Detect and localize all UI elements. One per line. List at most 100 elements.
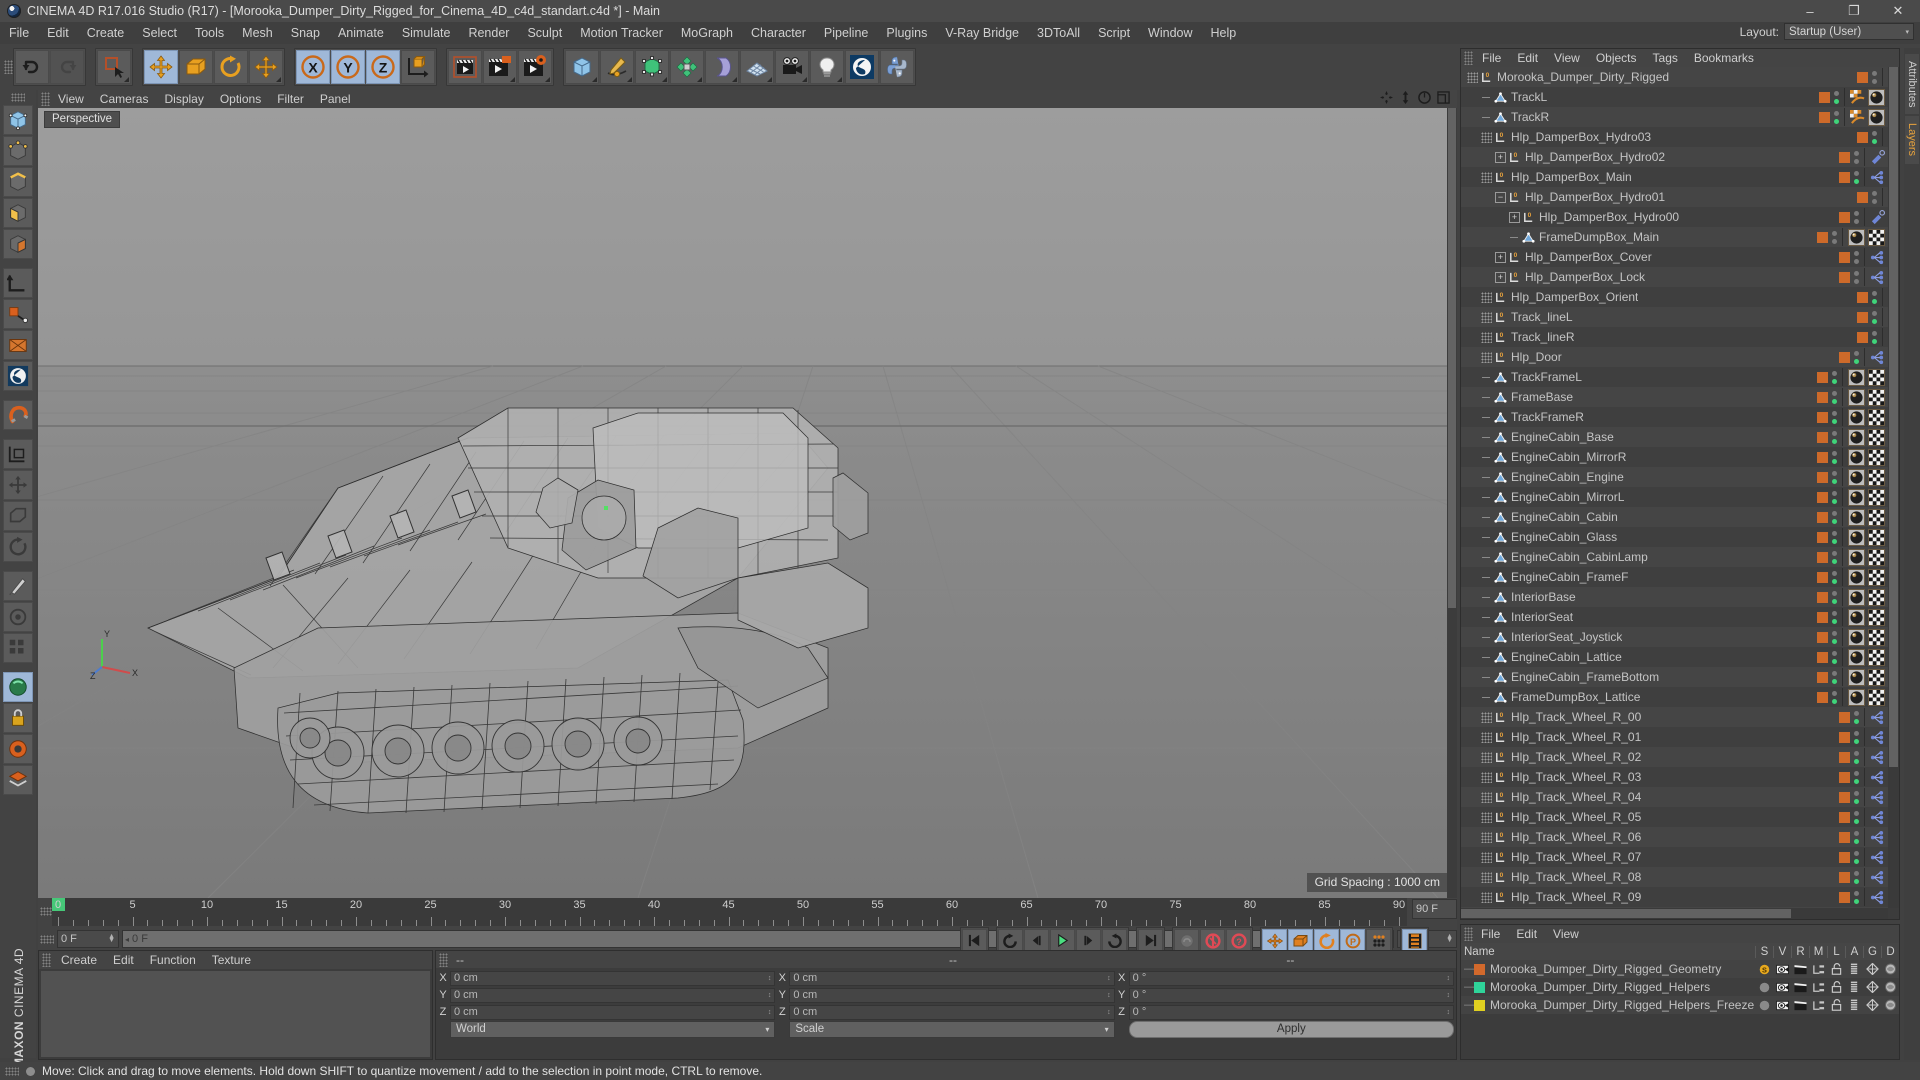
keyframe-selection-button[interactable] [1402,929,1427,952]
lock-y-axis-button[interactable]: Y [331,50,365,84]
texture-tag-icon[interactable] [1868,408,1885,426]
layer-deformer-toggle[interactable] [1881,999,1899,1011]
xpresso-tag-icon[interactable] [1870,350,1885,365]
material-tag-icon[interactable] [1848,228,1865,246]
size-z-input[interactable]: 0 cm ↕ [789,1004,1115,1020]
menu-pipeline[interactable]: Pipeline [815,22,877,44]
texture-tag-icon[interactable] [1868,688,1885,706]
menu-character[interactable]: Character [742,22,815,44]
texture-tag-icon[interactable] [1868,228,1885,246]
visibility-dots[interactable] [1831,450,1837,464]
slider-left-arrow-icon[interactable]: ◂ [125,935,129,944]
material-tag-icon[interactable] [1848,568,1865,586]
texture-tag-icon[interactable] [1868,488,1885,506]
visibility-dots[interactable] [1831,490,1837,504]
render-to-picture-viewer-button[interactable] [483,50,517,84]
texture-mode-button[interactable] [3,229,33,259]
object-row[interactable]: 0 Hlp_Track_Wheel_R_09 [1461,887,1888,907]
point-mode-button[interactable] [3,136,33,166]
layer-color-chip[interactable] [1857,131,1868,143]
object-row[interactable]: +0 Hlp_DamperBox_Hydro02 [1461,147,1888,167]
layer-color-chip[interactable] [1817,411,1828,423]
layer-color-chip[interactable] [1839,251,1850,263]
expand-dotted-icon[interactable] [1481,711,1492,723]
visibility-dots[interactable] [1831,230,1837,244]
layer-color-chip[interactable] [1819,91,1830,103]
undo-button[interactable] [15,50,49,84]
layer-color-chip[interactable] [1817,551,1828,563]
xpresso-tag-icon[interactable] [1870,810,1885,825]
visibility-dots[interactable] [1853,710,1859,724]
snap-magnet-button[interactable] [3,400,33,430]
menu-v-ray-bridge[interactable]: V-Ray Bridge [936,22,1028,44]
texture-tag-icon[interactable] [1868,608,1885,626]
object-row[interactable]: EngineCabin_Cabin [1461,507,1888,527]
play-button[interactable] [1050,929,1075,952]
layer-color-swatch[interactable] [1474,999,1485,1011]
close-button[interactable]: ✕ [1876,0,1920,22]
layer-menu-edit[interactable]: Edit [1508,925,1545,943]
expand-dotted-icon[interactable] [1481,831,1492,843]
maximize-button[interactable]: ❐ [1832,0,1876,22]
material-tag-icon[interactable] [1848,388,1865,406]
expand-dotted-icon[interactable] [1467,71,1478,83]
xpresso-tag-icon[interactable] [1870,710,1885,725]
menu-help[interactable]: Help [1202,22,1246,44]
visibility-dots[interactable] [1831,630,1837,644]
layer-color-chip[interactable] [1839,791,1850,803]
go-to-start-button[interactable] [962,929,987,952]
texture-tag-icon[interactable] [1868,588,1885,606]
menu-motion-tracker[interactable]: Motion Tracker [571,22,672,44]
object-row[interactable]: InteriorSeat [1461,607,1888,627]
position-z-input[interactable]: 0 cm ↕ [450,1004,776,1020]
material-tag-icon[interactable] [1848,368,1865,386]
rotation-key-button[interactable] [1314,929,1339,952]
visibility-dots[interactable] [1831,570,1837,584]
layer-color-chip[interactable] [1817,371,1828,383]
layer-manager-toggle[interactable] [1809,964,1827,975]
layer-generator-toggle[interactable] [1863,981,1881,993]
object-row[interactable]: FrameDumpBox_Lattice [1461,687,1888,707]
lock-tool-button[interactable] [3,703,33,733]
layer-lock-toggle[interactable] [1827,981,1845,993]
point-level-key-button[interactable] [1366,929,1391,952]
edge-mode-button[interactable] [3,167,33,197]
expand-dotted-icon[interactable] [1481,311,1492,323]
menu-tools[interactable]: Tools [186,22,233,44]
axis-modify-button[interactable] [3,299,33,329]
material-tag-icon[interactable] [1848,548,1865,566]
object-row[interactable]: 0 Hlp_Track_Wheel_R_07 [1461,847,1888,867]
lock-z-axis-button[interactable]: Z [366,50,400,84]
object-menu-objects[interactable]: Objects [1588,49,1645,67]
material-tag-icon[interactable] [1848,468,1865,486]
visibility-dots[interactable] [1871,70,1877,84]
layer-lock-toggle[interactable] [1827,963,1845,975]
add-bend-deformer-button[interactable] [705,50,739,84]
expand-dotted-icon[interactable] [1481,851,1492,863]
object-row[interactable]: 0 Morooka_Dumper_Dirty_Rigged [1461,67,1888,87]
visibility-dots[interactable] [1853,270,1859,284]
viewport-menu-panel[interactable]: Panel [312,90,359,108]
layer-row[interactable]: — Morooka_Dumper_Dirty_Rigged_Geometry S [1461,960,1899,978]
visibility-dots[interactable] [1831,430,1837,444]
xpresso-tag-icon[interactable] [1870,270,1885,285]
material-menu-texture[interactable]: Texture [204,951,259,969]
visibility-dots[interactable] [1831,410,1837,424]
object-row[interactable]: 0 Hlp_Track_Wheel_R_08 [1461,867,1888,887]
spinner-icon[interactable]: ↕ [1446,1009,1450,1016]
layer-render-toggle[interactable] [1791,1000,1809,1011]
scale-axis-left-button[interactable] [3,501,33,531]
next-frame-button[interactable] [1076,929,1101,952]
xpresso-tag-icon[interactable] [1870,770,1885,785]
material-tag-icon[interactable] [1848,588,1865,606]
object-row[interactable]: EngineCabin_CabinLamp [1461,547,1888,567]
layer-color-chip[interactable] [1839,771,1850,783]
material-tag-icon[interactable] [1848,648,1865,666]
knife-tool-button[interactable] [3,571,33,601]
material-tag-icon[interactable] [1848,668,1865,686]
layer-color-chip[interactable] [1817,491,1828,503]
lock-x-axis-button[interactable]: X [296,50,330,84]
object-menu-edit[interactable]: Edit [1509,49,1546,67]
visibility-dots[interactable] [1831,390,1837,404]
material-menu-edit[interactable]: Edit [105,951,142,969]
